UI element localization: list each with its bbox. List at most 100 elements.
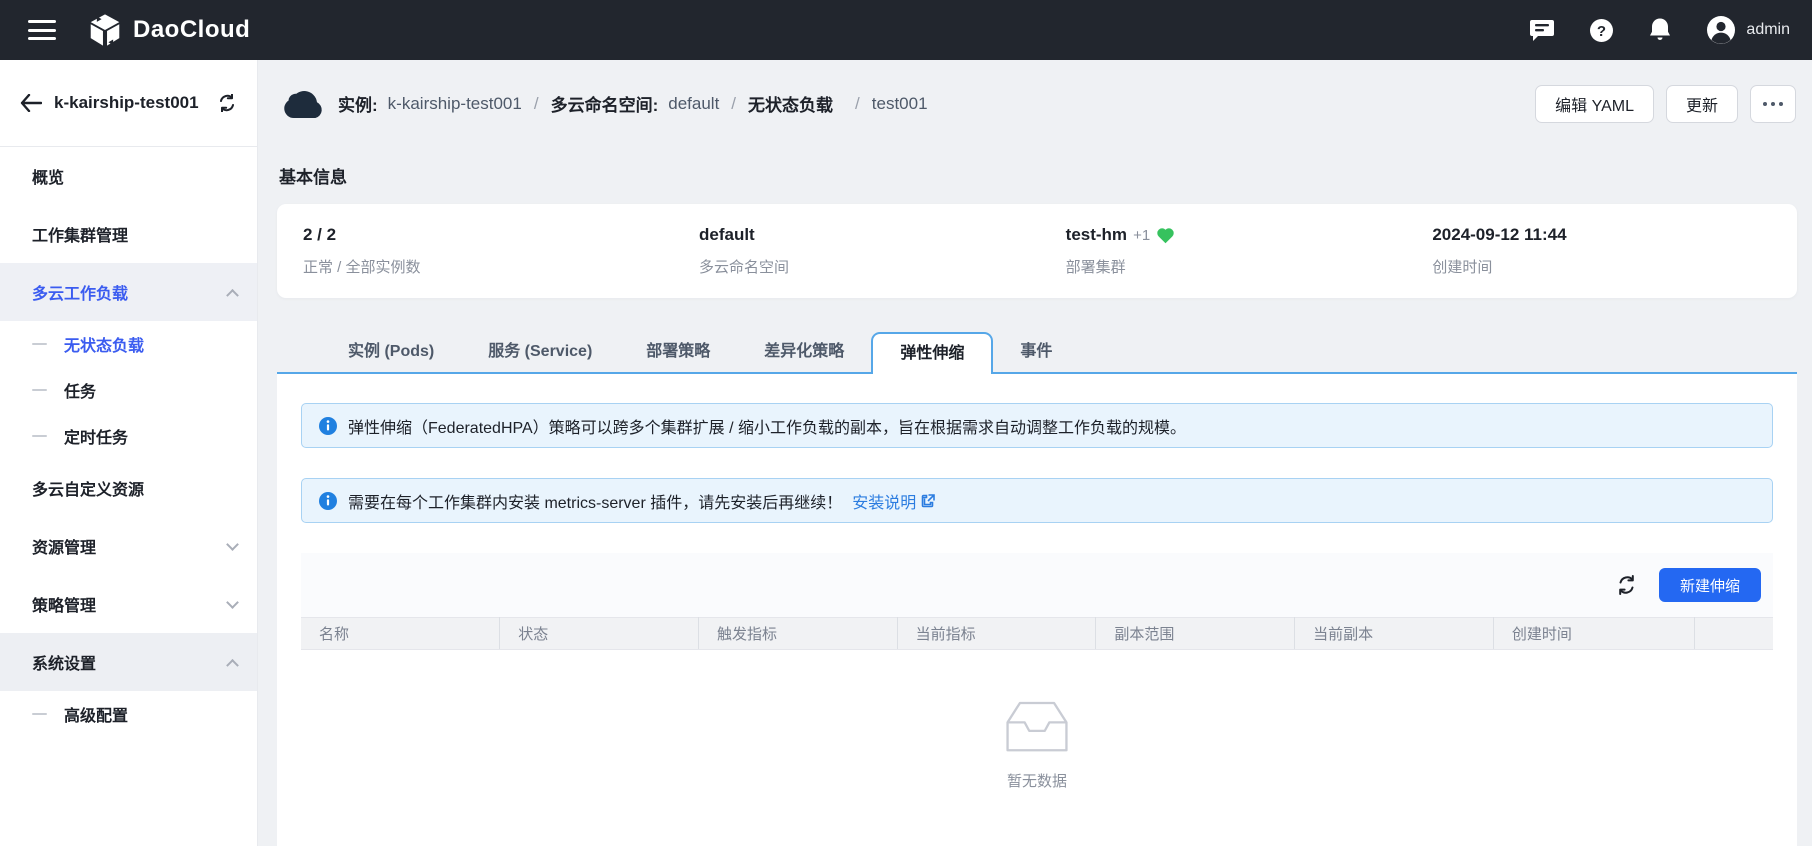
sidebar-item-label: 多云自定义资源 — [32, 482, 145, 499]
stat-value: default — [699, 225, 755, 244]
stat-label: 创建时间 — [1432, 259, 1493, 276]
sidebar-menu: 概览 工作集群管理 多云工作负载 无状态负载 任务 定时任务 多云自定义资源 资… — [0, 147, 257, 737]
column-name[interactable]: 名称 — [301, 617, 501, 650]
tab-service[interactable]: 服务 (Service) — [461, 332, 619, 372]
sidebar-item-custom-resources[interactable]: 多云自定义资源 — [0, 459, 257, 517]
chevron-down-icon — [226, 595, 239, 609]
chevron-up-icon — [226, 658, 239, 672]
refresh-icon[interactable] — [1616, 575, 1637, 595]
more-actions-button[interactable] — [1750, 84, 1796, 123]
sidebar-item-label: 概览 — [32, 170, 65, 187]
column-created-at[interactable]: 创建时间 — [1493, 617, 1696, 650]
stat-created-at: 2024-09-12 11:44 创建时间 — [1418, 225, 1785, 277]
stat-label: 部署集群 — [1065, 259, 1126, 276]
breadcrumb-separator: / — [731, 93, 737, 113]
info-circle-icon — [319, 491, 337, 510]
sidebar-item-label: 任务 — [64, 384, 97, 401]
breadcrumb-link[interactable]: 无状态负载 — [748, 91, 833, 116]
column-trigger-metric[interactable]: 触发指标 — [698, 617, 898, 650]
install-guide-link[interactable]: 安装说明 — [852, 489, 936, 513]
sidebar-group-system-settings[interactable]: 系统设置 — [0, 633, 257, 691]
messages-icon[interactable] — [1529, 18, 1555, 42]
notifications-icon[interactable] — [1648, 17, 1672, 43]
column-current-metric[interactable]: 当前指标 — [897, 617, 1097, 650]
tab-diff-policy[interactable]: 差异化策略 — [737, 332, 871, 372]
dash-icon — [32, 343, 47, 345]
sidebar-item-label: 工作集群管理 — [32, 228, 129, 245]
sidebar-item-label: 高级配置 — [64, 708, 129, 725]
menu-toggle-icon[interactable] — [28, 20, 56, 40]
breadcrumb-label: 实例: — [338, 96, 378, 115]
hpa-grid: 名称 状态 触发指标 当前指标 副本范围 当前副本 创建时间 — [301, 617, 1773, 650]
sidebar-item-jobs[interactable]: 任务 — [0, 367, 257, 413]
metrics-server-alert: 需要在每个工作集群内安装 metrics-server 插件，请先安装后再继续！… — [301, 478, 1773, 523]
stat-value: 2 / 2 — [303, 225, 337, 244]
brand-name: DaoCloud — [133, 16, 251, 43]
basic-info-title: 基本信息 — [279, 168, 347, 187]
dash-icon — [32, 713, 47, 715]
column-replica-range[interactable]: 副本范围 — [1095, 617, 1296, 650]
topbar-actions: ? admin — [1529, 15, 1790, 45]
heart-icon — [1157, 227, 1174, 243]
column-status[interactable]: 状态 — [499, 617, 699, 650]
column-actions — [1694, 617, 1773, 650]
tab-panel-hpa: 弹性伸缩（FederatedHPA）策略可以跨多个集群扩展 / 缩小工作负载的副… — [277, 374, 1797, 846]
stat-label: 正常 / 全部实例数 — [303, 259, 421, 276]
user-chip[interactable]: admin — [1706, 15, 1790, 45]
tab-pods[interactable]: 实例 (Pods) — [321, 332, 461, 372]
alert-text: 需要在每个工作集群内安装 metrics-server 插件，请先安装后再继续！ — [348, 494, 843, 512]
user-name: admin — [1746, 21, 1790, 38]
help-icon[interactable]: ? — [1589, 18, 1614, 43]
chevron-down-icon — [226, 537, 239, 551]
tab-events[interactable]: 事件 — [993, 332, 1079, 372]
header-actions: 编辑 YAML 更新 — [1535, 84, 1796, 123]
cluster-count-badge[interactable]: +1 — [1133, 227, 1150, 244]
breadcrumb-separator: / — [533, 93, 539, 113]
sidebar-item-label: 定时任务 — [64, 430, 129, 447]
sidebar-item-label: 策略管理 — [32, 598, 97, 615]
sidebar-group-multicloud-workloads[interactable]: 多云工作负载 — [0, 263, 257, 321]
sidebar-item-advanced-config[interactable]: 高级配置 — [0, 691, 257, 737]
switch-cluster-icon[interactable] — [217, 94, 237, 112]
update-button[interactable]: 更新 — [1665, 84, 1738, 123]
breadcrumb-link[interactable]: k-kairship-test001 — [388, 94, 522, 114]
stat-value: test-hm — [1065, 225, 1128, 244]
breadcrumb-label: 多云命名空间: — [550, 96, 659, 115]
empty-text: 暂无数据 — [1006, 773, 1067, 790]
column-current-replicas[interactable]: 当前副本 — [1294, 617, 1494, 650]
info-circle-icon — [319, 416, 337, 435]
dash-icon — [32, 435, 47, 437]
sidebar-group-resource-management[interactable]: 资源管理 — [0, 517, 257, 575]
cloud-icon — [280, 88, 324, 119]
app-root: DaoCloud ? admin k-kairship-test001 概览 工… — [0, 0, 1812, 846]
sidebar-item-cronjobs[interactable]: 定时任务 — [0, 413, 257, 459]
topbar: DaoCloud ? admin — [0, 0, 1812, 60]
tab-deploy-policy[interactable]: 部署策略 — [619, 332, 737, 372]
sidebar-item-overview[interactable]: 概览 — [0, 147, 257, 205]
layout: k-kairship-test001 概览 工作集群管理 多云工作负载 无状态负… — [0, 60, 1812, 846]
edit-yaml-button[interactable]: 编辑 YAML — [1535, 84, 1654, 123]
sidebar-item-cluster-management[interactable]: 工作集群管理 — [0, 205, 257, 263]
sidebar-group-policy-management[interactable]: 策略管理 — [0, 575, 257, 633]
tab-hpa[interactable]: 弹性伸缩 — [871, 332, 994, 374]
stat-value: 2024-09-12 11:44 — [1432, 225, 1567, 244]
breadcrumb-link[interactable]: default — [668, 94, 719, 114]
svg-text:?: ? — [1597, 23, 1606, 40]
back-icon[interactable] — [20, 94, 42, 112]
sidebar: k-kairship-test001 概览 工作集群管理 多云工作负载 无状态负… — [0, 60, 258, 846]
hpa-table: 新建伸缩 名称 状态 触发指标 当前指标 副本范围 当前副本 创建时间 暂无数据 — [301, 553, 1773, 791]
inbox-icon — [1006, 701, 1068, 752]
stat-instances: 2 / 2 正常 / 全部实例数 — [289, 225, 685, 277]
sidebar-item-label: 系统设置 — [32, 656, 97, 673]
breadcrumb-current: test001 — [871, 93, 928, 113]
table-toolbar: 新建伸缩 — [301, 553, 1773, 617]
breadcrumb-separator: / — [855, 93, 860, 113]
sidebar-item-label: 无状态负载 — [64, 338, 145, 355]
chevron-up-icon — [226, 288, 239, 302]
dash-icon — [32, 389, 47, 391]
empty-state: 暂无数据 — [301, 650, 1773, 791]
link-text: 安装说明 — [852, 494, 917, 512]
create-hpa-button[interactable]: 新建伸缩 — [1658, 568, 1761, 602]
sidebar-item-stateless-workloads[interactable]: 无状态负载 — [0, 321, 257, 367]
stat-clusters: test-hm +1 部署集群 — [1052, 225, 1419, 277]
